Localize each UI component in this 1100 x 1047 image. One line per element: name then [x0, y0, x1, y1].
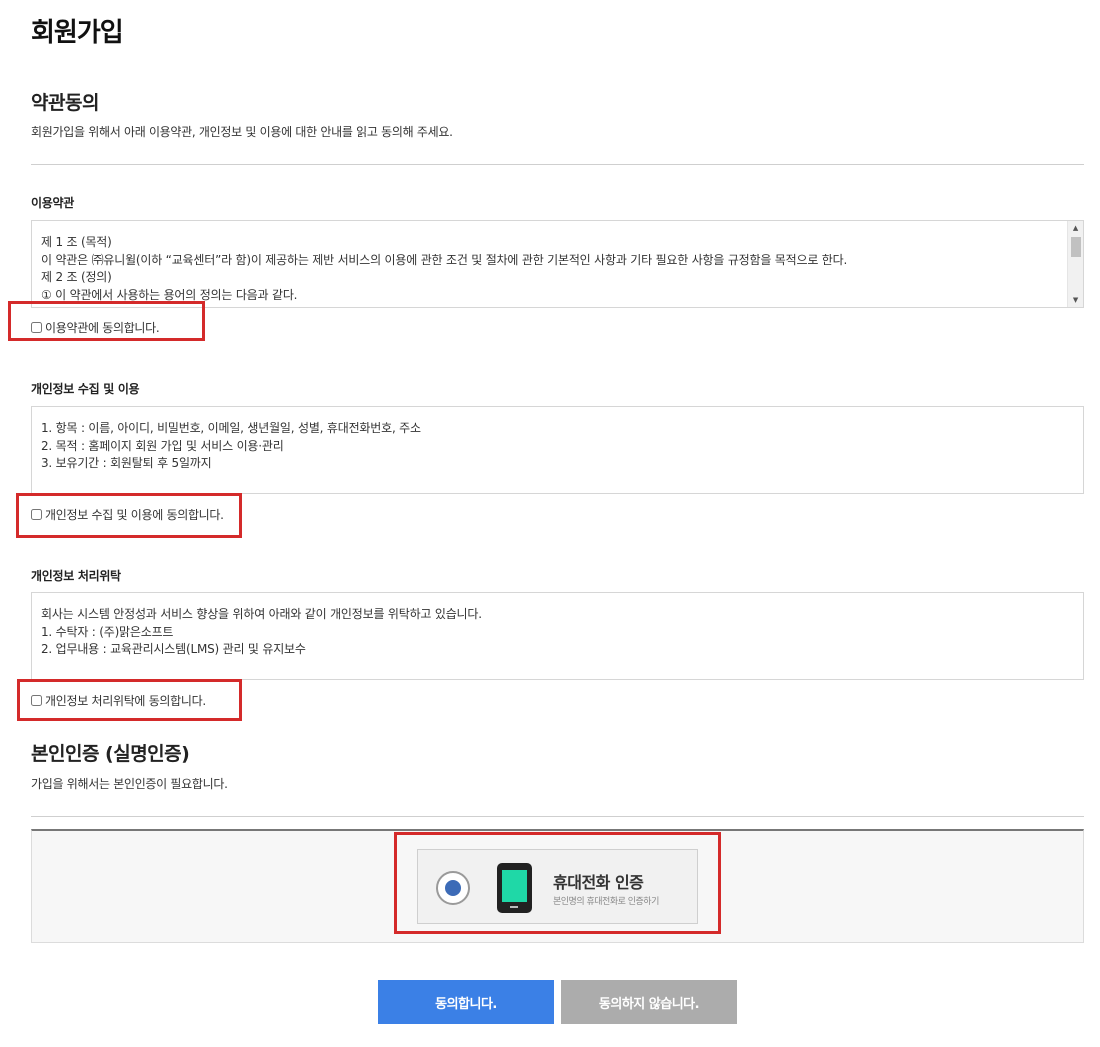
- mobile-verification-subtitle: 본인명의 휴대전화로 인증하기: [553, 897, 659, 907]
- privacy-collection-textbox[interactable]: 1. 항목 : 이름, 아이디, 비밀번호, 이메일, 생년월일, 성별, 휴대…: [31, 406, 1084, 494]
- mobile-verification-option[interactable]: 휴대전화 인증 본인명의 휴대전화로 인증하기: [417, 849, 698, 924]
- terms-of-use-title: 이용약관: [31, 196, 74, 210]
- agree-button[interactable]: 동의합니다.: [378, 980, 554, 1024]
- radio-selected-dot: [445, 880, 461, 896]
- privacy-line: 1. 항목 : 이름, 아이디, 비밀번호, 이메일, 생년월일, 성별, 휴대…: [41, 421, 421, 435]
- terms-of-use-textbox[interactable]: 제 1 조 (목적) 이 약관은 ㈜유니윌(이하 “교육센터”라 함)이 제공하…: [31, 220, 1084, 308]
- privacy-collection-agree[interactable]: 개인정보 수집 및 이용에 동의합니다.: [31, 506, 224, 523]
- outsourcing-line: 2. 업무내용 : 교육관리시스템(LMS) 관리 및 유지보수: [41, 642, 306, 656]
- privacy-line: 3. 보유기간 : 회원탈퇴 후 5일까지: [41, 456, 212, 470]
- terms-scrollbar[interactable]: ▲ ▼: [1067, 221, 1083, 307]
- verification-title: 본인인증 (실명인증): [31, 743, 190, 765]
- terms-section-title: 약관동의: [31, 92, 99, 114]
- terms-of-use-checkbox[interactable]: [31, 322, 42, 333]
- page-title: 회원가입: [31, 18, 124, 48]
- privacy-outsourcing-textbox[interactable]: 회사는 시스템 안정성과 서비스 향상을 위하여 아래와 같이 개인정보를 위탁…: [31, 592, 1084, 680]
- disagree-button[interactable]: 동의하지 않습니다.: [561, 980, 737, 1024]
- outsourcing-line: 1. 수탁자 : (주)맑은소프트: [41, 624, 174, 639]
- divider: [31, 816, 1084, 817]
- scroll-up-arrow-icon[interactable]: ▲: [1068, 221, 1083, 235]
- mobile-phone-icon: [497, 863, 532, 913]
- verification-description: 가입을 위해서는 본인인증이 필요합니다.: [31, 777, 228, 791]
- privacy-outsourcing-agree-label: 개인정보 처리위탁에 동의합니다.: [45, 694, 206, 708]
- divider: [31, 164, 1084, 165]
- outsourcing-line: 회사는 시스템 안정성과 서비스 향상을 위하여 아래와 같이 개인정보를 위탁…: [41, 607, 482, 621]
- terms-of-use-agree[interactable]: 이용약관에 동의합니다.: [31, 319, 160, 336]
- privacy-collection-agree-label: 개인정보 수집 및 이용에 동의합니다.: [45, 508, 224, 522]
- privacy-outsourcing-agree[interactable]: 개인정보 처리위탁에 동의합니다.: [31, 692, 206, 709]
- privacy-outsourcing-checkbox[interactable]: [31, 695, 42, 706]
- terms-line: ① 이 약관에서 사용하는 용어의 정의는 다음과 같다.: [41, 287, 298, 302]
- scroll-thumb[interactable]: [1071, 237, 1081, 257]
- mobile-verification-title: 휴대전화 인증: [553, 873, 644, 892]
- terms-line: 제 2 조 (정의): [41, 270, 112, 284]
- terms-section-description: 회원가입을 위해서 아래 이용약관, 개인정보 및 이용에 대한 안내를 읽고 …: [31, 125, 453, 139]
- terms-of-use-agree-label: 이용약관에 동의합니다.: [45, 321, 160, 335]
- privacy-collection-title: 개인정보 수집 및 이용: [31, 382, 140, 396]
- privacy-outsourcing-title: 개인정보 처리위탁: [31, 569, 121, 583]
- mobile-verification-radio[interactable]: [436, 871, 470, 905]
- terms-line: 제 1 조 (목적): [41, 235, 112, 249]
- privacy-collection-checkbox[interactable]: [31, 509, 42, 520]
- terms-line: 이 약관은 ㈜유니윌(이하 “교육센터”라 함)이 제공하는 제반 서비스의 이…: [41, 252, 848, 267]
- privacy-line: 2. 목적 : 홈페이지 회원 가입 및 서비스 이용·관리: [41, 438, 284, 453]
- scroll-down-arrow-icon[interactable]: ▼: [1068, 293, 1083, 307]
